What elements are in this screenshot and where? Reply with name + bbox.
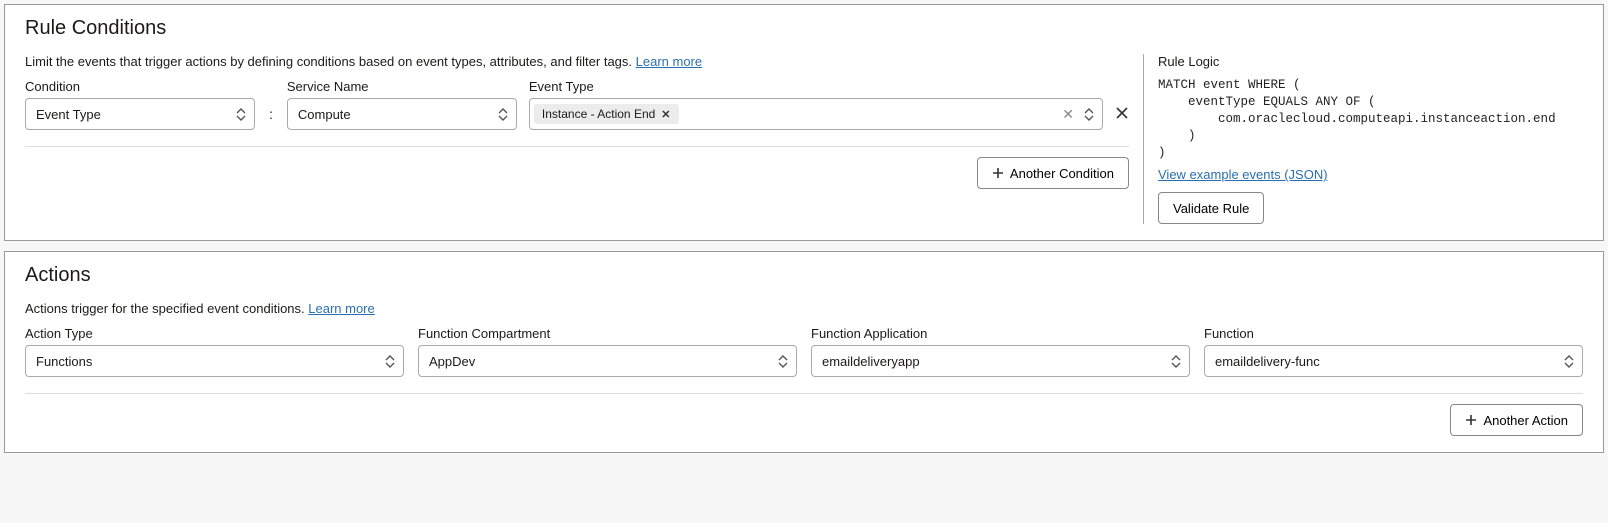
conditions-description-text: Limit the events that trigger actions by…	[25, 54, 636, 69]
function-application-select[interactable]: emaildeliveryapp	[811, 345, 1190, 377]
rule-logic-code: MATCH event WHERE ( eventType EQUALS ANY…	[1158, 77, 1583, 161]
divider	[25, 146, 1129, 147]
remove-condition-icon[interactable]	[1115, 100, 1129, 125]
event-type-label: Event Type	[529, 79, 1103, 94]
function-application-value: emaildeliveryapp	[822, 354, 920, 369]
actions-learn-more-link[interactable]: Learn more	[308, 301, 374, 316]
chevron-updown-icon	[1084, 106, 1096, 122]
condition-row: Condition Event Type : Service Name Comp…	[25, 79, 1129, 130]
function-compartment-value: AppDev	[429, 354, 475, 369]
rule-logic-panel: Rule Logic MATCH event WHERE ( eventType…	[1143, 54, 1583, 224]
action-type-select[interactable]: Functions	[25, 345, 404, 377]
rule-conditions-title: Rule Conditions	[25, 17, 1583, 40]
colon-separator: :	[267, 106, 275, 130]
function-value: emaildelivery-func	[1215, 354, 1320, 369]
service-name-label: Service Name	[287, 79, 517, 94]
function-label: Function	[1204, 326, 1583, 341]
actions-description: Actions trigger for the specified event …	[25, 301, 1583, 316]
chevron-updown-icon	[498, 106, 510, 122]
conditions-layout: Limit the events that trigger actions by…	[25, 54, 1583, 224]
plus-icon	[992, 167, 1004, 179]
event-type-multiselect[interactable]: Instance - Action End ✕ ✕	[529, 98, 1103, 130]
clear-all-icon[interactable]: ✕	[1062, 107, 1074, 121]
conditions-learn-more-link[interactable]: Learn more	[636, 54, 702, 69]
actions-panel: Actions Actions trigger for the specifie…	[4, 251, 1604, 453]
chevron-updown-icon	[778, 353, 790, 369]
another-action-label: Another Action	[1483, 413, 1568, 428]
function-application-label: Function Application	[811, 326, 1190, 341]
rule-conditions-panel: Rule Conditions Limit the events that tr…	[4, 4, 1604, 241]
action-type-label: Action Type	[25, 326, 404, 341]
divider	[25, 393, 1583, 394]
another-condition-button[interactable]: Another Condition	[977, 157, 1129, 189]
rule-logic-title: Rule Logic	[1158, 54, 1583, 69]
condition-value: Event Type	[36, 107, 101, 122]
condition-label: Condition	[25, 79, 255, 94]
chevron-updown-icon	[1171, 353, 1183, 369]
service-name-value: Compute	[298, 107, 351, 122]
actions-title: Actions	[25, 264, 1583, 287]
service-name-select[interactable]: Compute	[287, 98, 517, 130]
validate-rule-label: Validate Rule	[1173, 201, 1249, 216]
function-compartment-label: Function Compartment	[418, 326, 797, 341]
function-select[interactable]: emaildelivery-func	[1204, 345, 1583, 377]
plus-icon	[1465, 414, 1477, 426]
function-compartment-select[interactable]: AppDev	[418, 345, 797, 377]
conditions-description: Limit the events that trigger actions by…	[25, 54, 1129, 69]
another-action-button[interactable]: Another Action	[1450, 404, 1583, 436]
action-row: Action Type Functions Function Compartme…	[25, 326, 1583, 377]
actions-description-text: Actions trigger for the specified event …	[25, 301, 308, 316]
chevron-updown-icon	[236, 106, 248, 122]
view-example-events-link[interactable]: View example events (JSON)	[1158, 167, 1328, 182]
chevron-updown-icon	[1564, 353, 1576, 369]
event-type-tag-label: Instance - Action End	[542, 107, 655, 121]
validate-rule-button[interactable]: Validate Rule	[1158, 192, 1264, 224]
remove-tag-icon[interactable]: ✕	[661, 108, 670, 121]
action-type-value: Functions	[36, 354, 92, 369]
condition-select[interactable]: Event Type	[25, 98, 255, 130]
event-type-tag: Instance - Action End ✕	[534, 104, 679, 124]
another-condition-label: Another Condition	[1010, 166, 1114, 181]
chevron-updown-icon	[385, 353, 397, 369]
